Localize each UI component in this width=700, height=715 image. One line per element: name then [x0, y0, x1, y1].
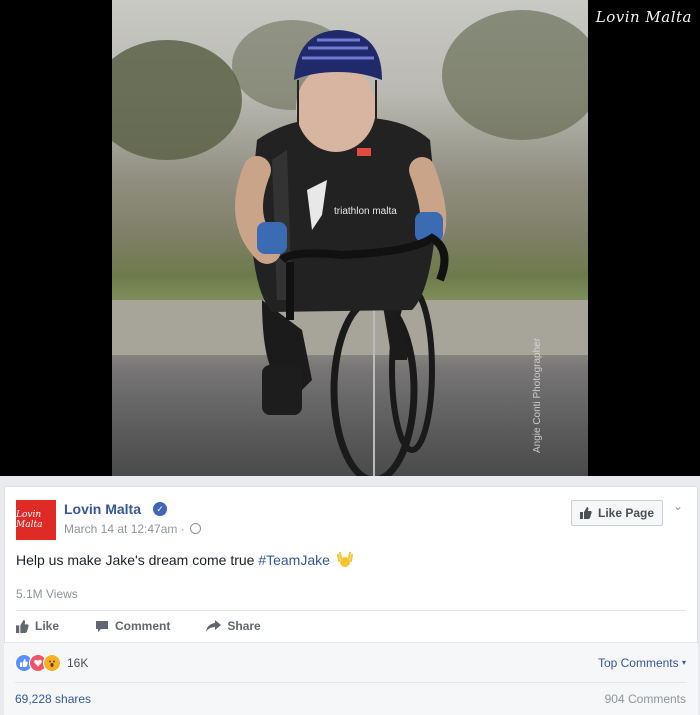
divider — [15, 682, 687, 683]
post-text: Help us make Jake's dream come true — [16, 552, 259, 568]
like-page-button[interactable]: Like Page — [571, 500, 664, 526]
post-message: Help us make Jake's dream come true #Tea… — [16, 552, 353, 568]
share-arrow-icon — [206, 619, 222, 632]
comments-count-link[interactable]: 904 Comments — [605, 692, 686, 706]
top-comments-dropdown[interactable]: Top Comments ▾ — [598, 656, 686, 670]
like-label: Like — [35, 619, 60, 633]
reaction-count: 16K — [67, 656, 89, 670]
verified-badge-icon: ✓ — [153, 502, 167, 516]
caret-down-icon: ▾ — [681, 658, 686, 667]
view-count: 5.1M Views — [16, 587, 78, 601]
globe-icon — [190, 523, 202, 534]
action-bar: Like Comment Share — [16, 611, 297, 641]
jersey-text: triathlon malta — [334, 206, 397, 217]
page-avatar[interactable]: Lovin Malta — [16, 500, 56, 540]
page-name-link[interactable]: Lovin Malta — [64, 501, 141, 517]
thumbs-up-icon — [580, 507, 592, 519]
shares-count-link[interactable]: 69,228 shares — [15, 692, 91, 706]
share-button[interactable]: Share — [206, 619, 261, 633]
video-frame: triathlon malta — [112, 0, 588, 476]
share-label: Share — [227, 619, 261, 633]
post-card: Lovin Malta Lovin Malta ✓ March 14 at 12… — [4, 486, 698, 715]
video-watermark: Lovin Malta — [595, 8, 692, 26]
cyclist-image: triathlon malta — [235, 30, 449, 476]
post-timestamp[interactable]: March 14 at 12:47am — [64, 522, 177, 536]
like-page-label: Like Page — [598, 506, 655, 520]
chevron-down-icon[interactable]: ⌄ — [673, 499, 683, 513]
post-meta: March 14 at 12:47am · — [64, 522, 202, 536]
comment-icon — [96, 620, 109, 632]
comment-button[interactable]: Comment — [95, 619, 170, 633]
hashtag-link[interactable]: #TeamJake — [258, 552, 330, 568]
photo-credit: Angie Conti Photographer — [531, 337, 543, 454]
post-footer: 16K Top Comments ▾ 69,228 shares 904 Com… — [4, 642, 698, 715]
wow-reaction-icon — [43, 654, 61, 672]
reactions-summary[interactable]: 16K — [15, 654, 88, 672]
like-button[interactable]: Like — [16, 619, 59, 633]
avatar-logo-text: Lovin Malta — [16, 510, 43, 530]
thumbs-up-icon — [16, 619, 29, 633]
video-player[interactable]: triathlon malta Lovin Malta Angie Conti … — [0, 0, 700, 476]
meta-separator: · — [180, 522, 185, 536]
top-comments-label: Top Comments — [597, 656, 679, 670]
comment-label: Comment — [115, 619, 171, 633]
raising-hands-emoji-icon — [336, 552, 353, 567]
